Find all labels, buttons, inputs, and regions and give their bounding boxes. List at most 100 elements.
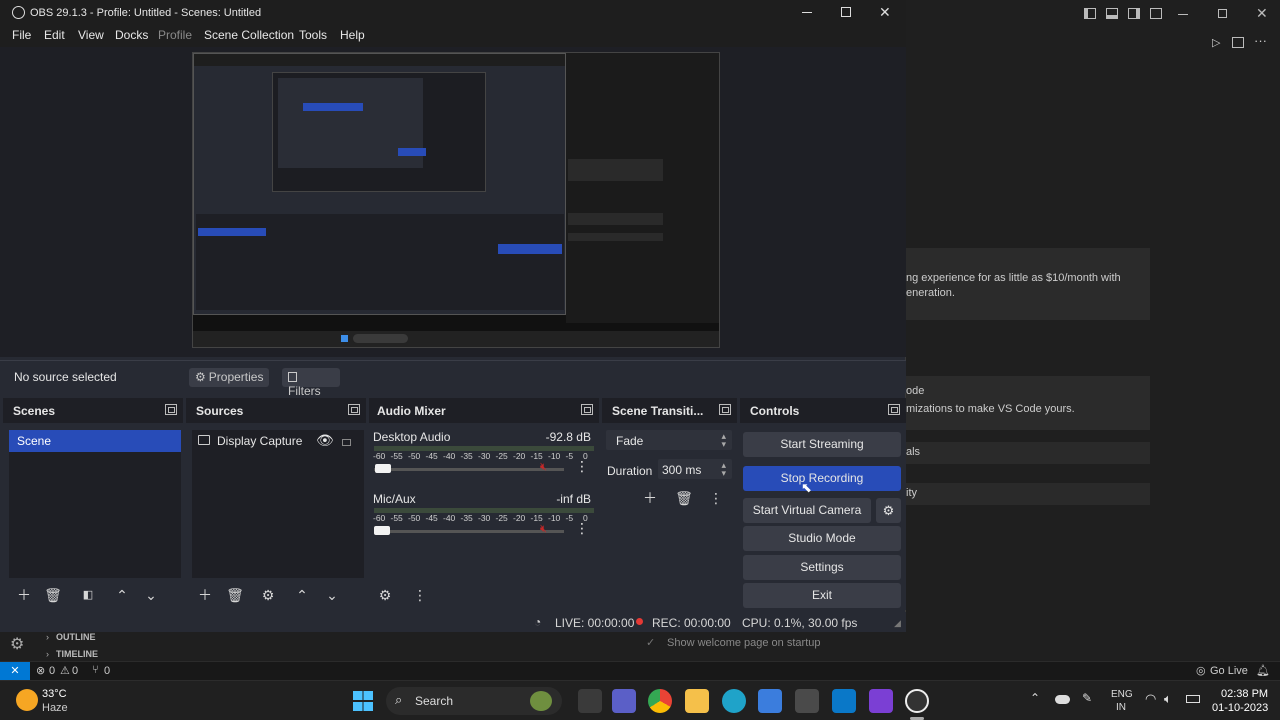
walkthrough-item[interactable]: ity <box>906 483 1150 505</box>
timeline-section[interactable]: TIMELINE <box>56 649 98 659</box>
properties-button[interactable]: ⚙ Properties <box>189 368 269 387</box>
go-live-button[interactable]: Go Live <box>1210 665 1248 677</box>
maximize-icon[interactable] <box>841 7 851 17</box>
move-up-icon[interactable]: ⌃ <box>112 585 132 605</box>
undock-icon[interactable] <box>581 404 593 415</box>
add-transition-icon[interactable]: ＋ <box>640 488 660 508</box>
virtual-camera-settings-gear-icon[interactable]: ⚙ <box>876 498 901 523</box>
transition-menu-icon[interactable]: ⋮ <box>706 488 726 508</box>
start-virtual-camera-button[interactable]: Start Virtual Camera <box>743 498 871 523</box>
wifi-icon[interactable]: ◠ <box>1145 691 1156 707</box>
chrome-icon[interactable] <box>648 689 672 713</box>
undock-icon[interactable] <box>888 404 900 415</box>
transition-select[interactable]: Fade ▴ ▾ <box>606 430 732 450</box>
ports-icon[interactable]: ⑂ <box>92 664 99 676</box>
menu-scene-collection[interactable]: Scene Collection <box>204 28 294 42</box>
volume-icon[interactable]: 🔈︎ <box>1164 691 1172 707</box>
close-icon[interactable]: ✕ <box>1256 5 1268 22</box>
store-icon[interactable] <box>758 689 782 713</box>
ports-count[interactable]: 0 <box>104 665 110 677</box>
undock-icon[interactable] <box>719 404 731 415</box>
menu-help[interactable]: Help <box>340 28 365 42</box>
exit-button[interactable]: Exit <box>743 583 901 608</box>
clock-date[interactable]: 01-10-2023 <box>1212 702 1268 714</box>
volume-slider-track[interactable] <box>374 530 564 533</box>
duration-spinbox[interactable]: 300 ms ▴ ▾ <box>658 459 732 479</box>
remove-source-icon[interactable]: 🗑︎ <box>225 585 245 605</box>
mixer-menu-icon[interactable]: ⋮ <box>410 585 430 605</box>
show-welcome-label[interactable]: Show welcome page on startup <box>667 637 820 649</box>
volume-slider-handle[interactable] <box>375 464 391 473</box>
undock-icon[interactable] <box>348 404 360 415</box>
add-scene-icon[interactable]: ＋ <box>14 585 34 605</box>
sources-dock-header[interactable]: Sources <box>186 398 366 423</box>
remote-icon[interactable]: ✕ <box>0 662 30 680</box>
weather-desc[interactable]: Haze <box>42 702 68 714</box>
language-in[interactable]: IN <box>1116 702 1126 713</box>
walkthrough-item[interactable]: als <box>906 442 1150 464</box>
scenes-dock-header[interactable]: Scenes <box>3 398 183 423</box>
settings-app-icon[interactable] <box>795 689 819 713</box>
menu-tools[interactable]: Tools <box>299 28 327 42</box>
customize-layout-icon[interactable] <box>1150 8 1162 19</box>
weather-temp[interactable]: 33°C <box>42 688 67 700</box>
move-down-icon[interactable]: ⌄ <box>141 585 161 605</box>
more-actions-icon[interactable]: ··· <box>1254 33 1267 48</box>
source-item[interactable]: Display Capture 👁︎ <box>192 430 364 452</box>
start-streaming-button[interactable]: Start Streaming <box>743 432 901 457</box>
obs-app-icon[interactable] <box>905 689 929 713</box>
filters-button[interactable]: Filters <box>282 368 340 398</box>
teams-icon[interactable] <box>612 689 636 713</box>
lock-icon[interactable] <box>342 439 351 446</box>
menu-docks[interactable]: Docks <box>115 28 148 42</box>
mute-speaker-icon[interactable]: 🔇︎ <box>540 461 547 474</box>
clock-time[interactable]: 02:38 PM <box>1221 688 1268 700</box>
manage-gear-icon[interactable]: ⚙ <box>10 634 24 654</box>
mute-speaker-icon[interactable]: 🔇︎ <box>540 523 547 536</box>
visibility-eye-icon[interactable]: 👁︎ <box>316 432 334 449</box>
undock-icon[interactable] <box>165 404 177 415</box>
walkthrough-card[interactable]: ng experience for as little as $10/month… <box>906 248 1150 320</box>
move-down-icon[interactable]: ⌄ <box>322 585 342 605</box>
layout-sidebar-icon[interactable] <box>1084 8 1096 19</box>
error-count[interactable]: 0 <box>49 665 55 677</box>
vscode-icon[interactable] <box>832 689 856 713</box>
remove-transition-icon[interactable]: 🗑︎ <box>674 488 694 508</box>
remove-scene-icon[interactable]: 🗑︎ <box>43 585 63 605</box>
scene-filters-icon[interactable]: ◧ <box>78 585 98 605</box>
show-hidden-icons-chevron-icon[interactable]: ⌃ <box>1030 691 1040 705</box>
advanced-audio-gear-icon[interactable]: ⚙ <box>375 585 395 605</box>
notifications-bell-icon[interactable]: 🔔︎ <box>1256 664 1270 677</box>
volume-slider-handle[interactable] <box>374 526 390 535</box>
visual-studio-icon[interactable] <box>869 689 893 713</box>
add-source-icon[interactable]: ＋ <box>195 585 215 605</box>
scene-transitions-header[interactable]: Scene Transiti... <box>602 398 737 423</box>
source-properties-gear-icon[interactable]: ⚙ <box>258 585 278 605</box>
error-icon[interactable]: ⊗ <box>36 664 45 677</box>
menu-profile[interactable]: Profile <box>158 28 192 42</box>
pen-icon[interactable]: ✎ <box>1082 691 1092 705</box>
studio-mode-button[interactable]: Studio Mode <box>743 526 901 551</box>
close-icon[interactable]: ✕ <box>879 4 891 21</box>
taskbar-search-box[interactable]: ⌕ Search <box>386 687 562 715</box>
run-icon[interactable]: ▷ <box>1212 36 1220 49</box>
battery-icon[interactable] <box>1186 695 1200 703</box>
track-menu-icon[interactable]: ⋮ <box>575 458 589 475</box>
warning-icon[interactable]: ⚠ <box>60 664 70 677</box>
outline-section[interactable]: OUTLINE <box>56 632 96 642</box>
menu-view[interactable]: View <box>78 28 104 42</box>
language-eng[interactable]: ENG <box>1111 689 1133 700</box>
onedrive-cloud-icon[interactable] <box>1055 695 1070 704</box>
move-up-icon[interactable]: ⌃ <box>292 585 312 605</box>
audio-mixer-header[interactable]: Audio Mixer <box>369 398 599 423</box>
scenes-list[interactable]: Scene <box>9 430 181 578</box>
minimize-icon[interactable] <box>1178 14 1188 15</box>
split-editor-icon[interactable] <box>1232 37 1244 48</box>
restore-icon[interactable] <box>1218 9 1227 18</box>
controls-header[interactable]: Controls <box>740 398 906 423</box>
volume-slider-track[interactable] <box>374 468 564 471</box>
scene-item[interactable]: Scene <box>9 430 181 452</box>
layout-secondary-sidebar-icon[interactable] <box>1128 8 1140 19</box>
resize-grip-icon[interactable]: ◢ <box>894 618 901 629</box>
menu-edit[interactable]: Edit <box>44 28 65 42</box>
